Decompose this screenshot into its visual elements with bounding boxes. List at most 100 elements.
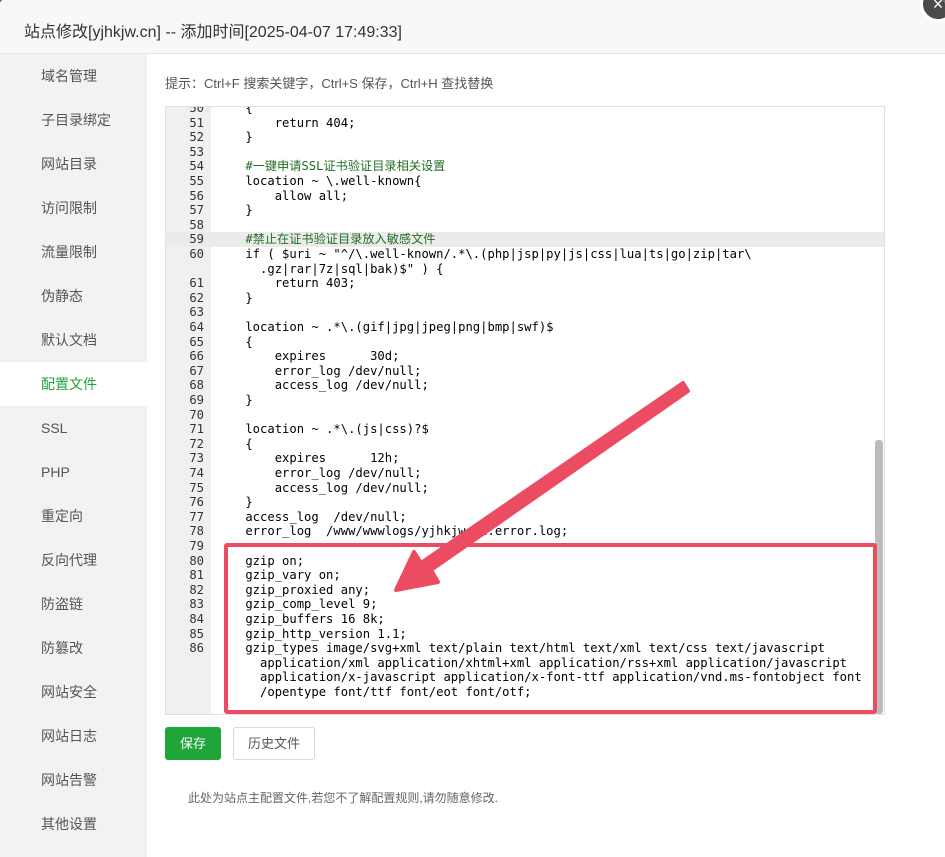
- code-line: 82 gzip_proxied any;: [166, 583, 884, 598]
- line-text: gzip on;: [216, 553, 305, 568]
- code-line: 80 gzip on;: [166, 554, 884, 569]
- code-line: 50 {: [166, 106, 884, 116]
- sidebar-item[interactable]: 防篡改: [0, 626, 147, 670]
- code-line: 57 }: [166, 203, 884, 218]
- line-text: error_log /www/wwwlogs/yjhkjw.cn.error.l…: [216, 524, 569, 539]
- code-line: 75 access_log /dev/null;: [166, 481, 884, 496]
- sidebar-item[interactable]: SSL: [0, 406, 147, 450]
- line-text: allow all;: [216, 188, 349, 203]
- line-text: location ~ \.well-known{: [216, 174, 422, 188]
- line-number: 73: [189, 451, 204, 466]
- line-number: 69: [189, 393, 204, 407]
- line-number: 65: [189, 334, 204, 349]
- sidebar-item[interactable]: 配置文件: [0, 362, 147, 406]
- line-text: error_log /dev/null;: [216, 466, 422, 480]
- code-line: 73 expires 12h;: [166, 451, 884, 466]
- code-line: 61 return 403;: [166, 276, 884, 291]
- line-number: 56: [189, 188, 204, 203]
- line-text: #禁止在证书验证目录放入敏感文件: [216, 232, 436, 247]
- history-files-button[interactable]: 历史文件: [233, 727, 315, 760]
- line-text: .gz|rar|7z|sql|bak)$" ) {: [216, 261, 444, 276]
- code-line: 63: [166, 305, 884, 320]
- line-text: {: [216, 334, 253, 349]
- code-line: 64 location ~ .*\.(gif|jpg|jpeg|png|bmp|…: [166, 320, 884, 335]
- sidebar-item[interactable]: 网站目录: [0, 142, 147, 186]
- code-line: 54 #一键申请SSL证书验证目录相关设置: [166, 159, 884, 174]
- line-text: }: [216, 290, 253, 305]
- line-text: access_log /dev/null;: [216, 480, 429, 495]
- editor-scrollbar[interactable]: [875, 440, 883, 714]
- sidebar-item[interactable]: 反向代理: [0, 538, 147, 582]
- line-number: 55: [189, 174, 204, 188]
- line-number: 53: [189, 144, 204, 159]
- code-line: 67 error_log /dev/null;: [166, 364, 884, 379]
- sidebar-item[interactable]: PHP: [0, 450, 147, 494]
- line-number: 80: [189, 553, 204, 568]
- line-text: gzip_types image/svg+xml text/plain text…: [216, 641, 826, 656]
- line-number: 79: [189, 539, 204, 553]
- line-text: gzip_http_version 1.1;: [216, 626, 407, 641]
- line-text: if ( $uri ~ "^/\.well-known/.*\.(php|jsp…: [216, 247, 752, 261]
- line-text: application/x-javascript application/x-f…: [216, 670, 862, 685]
- code-line: 58: [166, 218, 884, 233]
- sidebar-item[interactable]: 其他设置: [0, 802, 147, 846]
- sidebar-item[interactable]: 重定向: [0, 494, 147, 538]
- line-number: 87: [166, 714, 204, 715]
- sidebar-item[interactable]: 防盗链: [0, 582, 147, 626]
- line-text: }: [216, 495, 253, 510]
- line-number: 70: [189, 407, 204, 422]
- code-line: /opentype font/ttf font/eot font/otf;: [166, 685, 884, 700]
- line-number: 77: [189, 509, 204, 524]
- code-line: application/x-javascript application/x-f…: [166, 670, 884, 685]
- line-number: 85: [189, 626, 204, 641]
- sidebar-item[interactable]: 网站告警: [0, 758, 147, 802]
- line-text: /opentype font/ttf font/eot font/otf;: [216, 685, 532, 699]
- code-line: 78 error_log /www/wwwlogs/yjhkjw.cn.erro…: [166, 524, 884, 539]
- code-line: 68 access_log /dev/null;: [166, 378, 884, 393]
- line-number: 54: [189, 159, 204, 174]
- line-number: 50: [189, 106, 204, 115]
- sidebar-item[interactable]: 域名管理: [0, 54, 147, 98]
- line-number: 51: [189, 115, 204, 130]
- line-text: }: [216, 393, 253, 407]
- code-line: 79: [166, 539, 884, 554]
- line-number: 76: [189, 495, 204, 510]
- code-line: 71 location ~ .*\.(js|css)?$: [166, 422, 884, 437]
- code-line: 60 if ( $uri ~ "^/\.well-known/.*\.(php|…: [166, 247, 884, 262]
- line-text: {: [216, 436, 253, 451]
- sidebar-item[interactable]: 网站日志: [0, 714, 147, 758]
- line-text: }: [216, 714, 223, 715]
- shortcut-hint: 提示：Ctrl+F 搜索关键字，Ctrl+S 保存，Ctrl+H 查找替换: [165, 76, 494, 91]
- dialog-titlebar: 站点修改[yjhkjw.cn] -- 添加时间[2025-04-07 17:49…: [0, 0, 945, 54]
- line-text: gzip_comp_level 9;: [216, 597, 378, 612]
- code-line: 74 error_log /dev/null;: [166, 466, 884, 481]
- code-line: 70: [166, 408, 884, 423]
- code-line: 62 }: [166, 291, 884, 306]
- code-line: application/xml application/xhtml+xml ap…: [166, 656, 884, 671]
- code-line: 83 gzip_comp_level 9;: [166, 597, 884, 612]
- line-number: 84: [189, 612, 204, 626]
- dialog-title: 站点修改[yjhkjw.cn] -- 添加时间[2025-04-07 17:49…: [24, 24, 402, 41]
- sidebar-item[interactable]: 访问限制: [0, 186, 147, 230]
- code-editor[interactable]: 50 {51 return 404; 52 } 53 54 #一键申请SSL证书验证目…: [165, 106, 885, 715]
- code-content[interactable]: 50 {51 return 404; 52 } 53 54 #一键申请SSL证书验证目…: [166, 107, 884, 714]
- code-line: 72 {: [166, 437, 884, 452]
- code-line: 81 gzip_vary on;: [166, 568, 884, 583]
- line-number: 72: [189, 436, 204, 451]
- line-text: #一键申请SSL证书验证目录相关设置: [216, 159, 446, 174]
- line-text: }: [216, 130, 253, 145]
- line-number: 66: [189, 349, 204, 364]
- code-line: 65 {: [166, 335, 884, 350]
- sidebar-item[interactable]: 伪静态: [0, 274, 147, 318]
- sidebar-item[interactable]: 子目录绑定: [0, 98, 147, 142]
- code-line: 55 location ~ \.well-known{: [166, 174, 884, 189]
- sidebar-item[interactable]: 网站安全: [0, 670, 147, 714]
- line-number: 63: [189, 305, 204, 320]
- sidebar-item[interactable]: 流量限制: [0, 230, 147, 274]
- line-text: {: [216, 106, 253, 115]
- code-line: 59 #禁止在证书验证目录放入敏感文件: [166, 232, 884, 247]
- save-button[interactable]: 保存: [165, 727, 221, 760]
- line-number: 83: [189, 597, 204, 612]
- line-number: 75: [189, 480, 204, 495]
- sidebar-item[interactable]: 默认文档: [0, 318, 147, 362]
